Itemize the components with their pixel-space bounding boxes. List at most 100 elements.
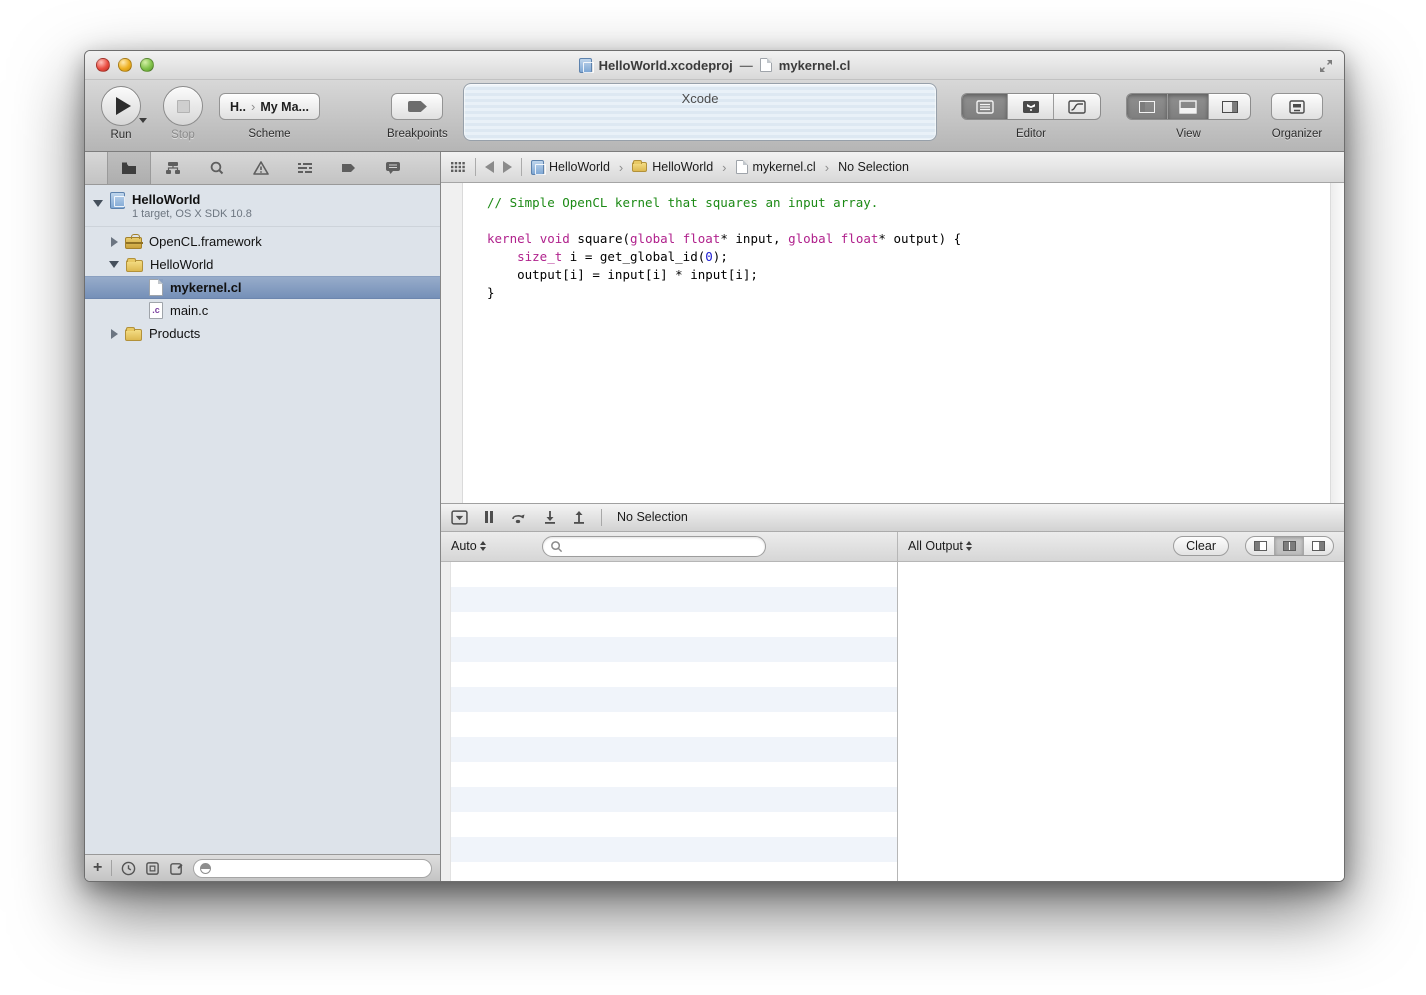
variables-search-field[interactable]: [542, 536, 766, 557]
debug-navigator-tab[interactable]: [283, 152, 327, 184]
breadcrumb-selection[interactable]: No Selection: [838, 160, 909, 174]
popup-stepper-icon: [480, 541, 486, 551]
toggle-utilities-button[interactable]: [1209, 94, 1250, 119]
hide-debug-area-button[interactable]: [451, 510, 468, 525]
forward-button[interactable]: [503, 161, 512, 173]
tree-row-framework[interactable]: OpenCL.framework: [85, 230, 440, 253]
variables-only-button[interactable]: [1246, 537, 1275, 555]
variables-and-console-button[interactable]: [1275, 537, 1304, 555]
scope-popup[interactable]: Auto: [451, 539, 486, 553]
breakpoint-navigator-tab[interactable]: [327, 152, 371, 184]
search-input[interactable]: [568, 539, 758, 553]
breadcrumb-file[interactable]: mykernel.cl: [736, 160, 816, 174]
add-button[interactable]: +: [93, 860, 102, 876]
debug-area: [441, 562, 1344, 882]
breakpoints-button[interactable]: [391, 93, 443, 120]
step-into-button[interactable]: [543, 510, 557, 524]
console-only-button[interactable]: [1304, 537, 1333, 555]
log-navigator-tab[interactable]: [371, 152, 415, 184]
folder-icon: [126, 260, 143, 272]
stop-button[interactable]: [163, 86, 203, 126]
code-text[interactable]: // Simple OpenCL kernel that squares an …: [463, 183, 1344, 503]
editor-mode-segmented-control: [961, 93, 1101, 120]
disclosure-triangle[interactable]: [111, 237, 118, 247]
editor-scrollbar[interactable]: [1330, 183, 1344, 503]
debug-layout-segmented-control: [1245, 536, 1334, 556]
assistant-editor-button[interactable]: [1008, 94, 1054, 119]
organizer-icon: [1288, 100, 1306, 114]
traffic-lights: [96, 58, 154, 72]
console-only-icon: [1312, 541, 1325, 551]
title-bar[interactable]: HelloWorld.xcodeproj — mykernel.cl: [85, 51, 1344, 80]
scheme-primary: H..: [230, 100, 246, 114]
organizer-button[interactable]: [1271, 93, 1323, 120]
divider: [475, 158, 476, 176]
version-editor-button[interactable]: [1054, 94, 1100, 119]
issue-navigator-tab[interactable]: [239, 152, 283, 184]
fullscreen-icon[interactable]: [1318, 58, 1334, 74]
breadcrumb-project[interactable]: HelloWorld: [531, 160, 610, 175]
search-navigator-tab[interactable]: [195, 152, 239, 184]
tree-item-label: main.c: [170, 303, 208, 318]
zoom-button[interactable]: [140, 58, 154, 72]
popup-stepper-icon: [966, 541, 972, 551]
scheme-selector[interactable]: H.. › My Ma...: [219, 93, 320, 120]
stop-icon: [177, 100, 190, 113]
breakpoint-tag-icon: [341, 161, 357, 175]
run-label: Run: [110, 129, 131, 141]
scheme-secondary: My Ma...: [260, 100, 309, 114]
warning-triangle-icon: [253, 161, 269, 175]
project-row[interactable]: HelloWorld 1 target, OS X SDK 10.8: [85, 190, 440, 227]
window-title: HelloWorld.xcodeproj — mykernel.cl: [579, 58, 851, 73]
minimize-button[interactable]: [118, 58, 132, 72]
folder-icon: [125, 329, 142, 341]
variables-list[interactable]: [451, 562, 897, 882]
debug-bar: No Selection: [441, 503, 1344, 532]
step-over-button[interactable]: [510, 510, 528, 524]
pause-button[interactable]: [483, 510, 495, 524]
toggle-debug-area-button[interactable]: [1168, 94, 1209, 119]
editor-area: HelloWorld › HelloWorld › mykernel.cl › …: [441, 152, 1344, 881]
standard-editor-button[interactable]: [962, 94, 1008, 119]
disclosure-triangle[interactable]: [111, 329, 118, 339]
debug-status: No Selection: [617, 510, 688, 524]
symbol-navigator-tab[interactable]: [151, 152, 195, 184]
file-icon: [149, 279, 163, 296]
scm-status-icon[interactable]: [145, 861, 160, 876]
disclosure-triangle[interactable]: [93, 200, 103, 207]
tree-row-selected-file[interactable]: mykernel.cl: [85, 276, 440, 299]
output-filter-popup[interactable]: All Output: [908, 539, 972, 553]
project-navigator-tab[interactable]: [107, 152, 151, 184]
breakpoint-icon: [408, 101, 427, 112]
log-bubble-icon: [385, 161, 401, 175]
debug-navigator-icon: [297, 161, 313, 175]
tree-row-products[interactable]: Products: [85, 322, 440, 345]
tree-row-file[interactable]: .c main.c: [85, 299, 440, 322]
navigator-filter-field[interactable]: [193, 859, 432, 878]
console-output[interactable]: [898, 562, 1344, 882]
clear-console-button[interactable]: Clear: [1173, 536, 1229, 556]
source-editor[interactable]: // Simple OpenCL kernel that squares an …: [441, 183, 1344, 503]
run-dropdown-caret: [139, 118, 147, 123]
unsaved-files-icon[interactable]: [169, 861, 184, 876]
related-items-icon[interactable]: [450, 161, 466, 173]
variables-view[interactable]: [441, 562, 898, 882]
scheme-chevron: ›: [251, 99, 255, 114]
back-button[interactable]: [485, 161, 494, 173]
tree-row-group[interactable]: HelloWorld: [85, 253, 440, 276]
toggle-navigator-button[interactable]: [1127, 94, 1168, 119]
close-button[interactable]: [96, 58, 110, 72]
project-navigator-icon: [121, 161, 137, 175]
step-out-button[interactable]: [572, 510, 586, 524]
recent-files-icon[interactable]: [121, 861, 136, 876]
stop-label: Stop: [171, 129, 195, 141]
view-group-label: View: [1176, 128, 1201, 140]
breadcrumb-group[interactable]: HelloWorld: [632, 160, 713, 174]
breakpoint-gutter[interactable]: [441, 183, 463, 503]
disclosure-triangle[interactable]: [109, 261, 119, 268]
run-button[interactable]: [101, 86, 141, 126]
filter-icon: [200, 863, 211, 874]
editor-group-label: Editor: [1016, 128, 1046, 140]
breadcrumb-separator: ›: [619, 160, 623, 175]
tree-item-label: HelloWorld: [150, 257, 213, 272]
